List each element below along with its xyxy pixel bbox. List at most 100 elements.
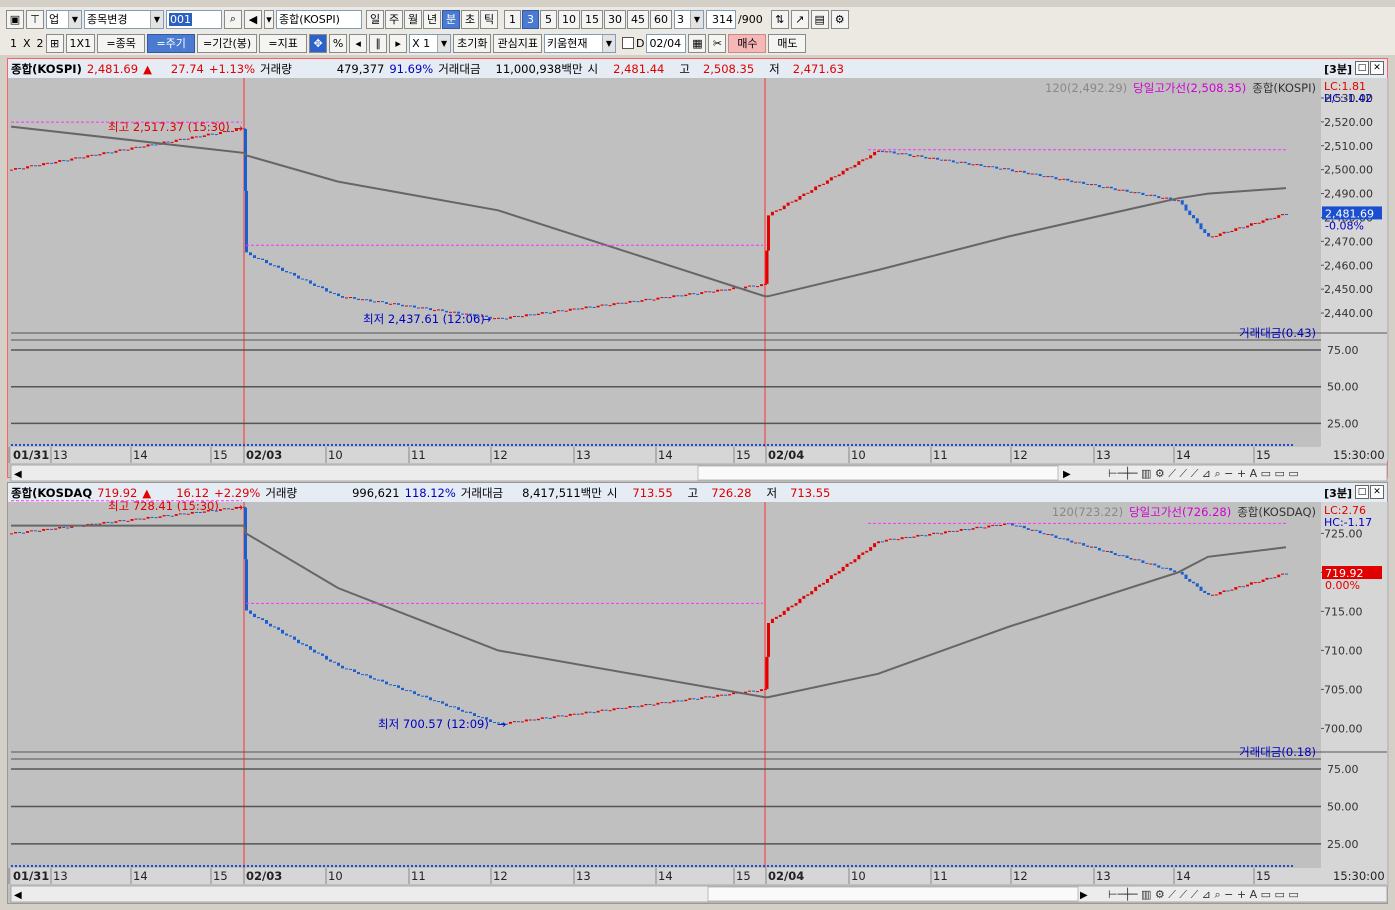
stock-item-button[interactable]: =종목	[97, 33, 146, 53]
rewind-icon[interactable]: ◂	[349, 33, 368, 53]
search-icon[interactable]: ⌕	[224, 9, 242, 29]
candle	[409, 305, 412, 307]
candle	[951, 530, 955, 532]
range-item-button[interactable]: =기간(봉)	[197, 33, 258, 53]
candle	[814, 586, 818, 592]
period-4-button[interactable]: 분	[442, 9, 460, 29]
candle	[1026, 528, 1030, 530]
candle	[940, 533, 944, 535]
candle	[1018, 170, 1022, 172]
candle	[1070, 540, 1074, 543]
candle	[417, 307, 420, 309]
candle	[916, 534, 920, 537]
candle	[829, 575, 833, 580]
date-input[interactable]: 02/04	[646, 33, 687, 53]
compare-icon[interactable]: ⇅	[770, 9, 789, 29]
candle	[987, 525, 991, 528]
index-name-input[interactable]: 종합(KOSPI)	[276, 9, 362, 29]
candle	[321, 653, 324, 656]
minute-0-button[interactable]: 1	[504, 9, 521, 29]
window-icon[interactable]: ▣	[6, 9, 24, 29]
reset-button[interactable]: 초기화	[453, 33, 492, 53]
buy-button[interactable]: 매수	[728, 33, 767, 53]
period-1-button[interactable]: 주	[385, 9, 403, 29]
kiwoom-current-select[interactable]: 키움현재 ▼	[543, 33, 616, 53]
gear-icon[interactable]: ⚙	[830, 9, 849, 29]
period-3-button[interactable]: 년	[423, 9, 441, 29]
candle	[943, 531, 947, 534]
percent-button[interactable]: %	[329, 33, 348, 53]
candle	[951, 160, 955, 163]
candle	[1265, 218, 1269, 221]
minute-7-button[interactable]: 60	[650, 9, 672, 29]
minute-3-button[interactable]: 10	[558, 9, 580, 29]
candle	[405, 305, 408, 307]
candle	[1165, 567, 1169, 569]
candle	[818, 584, 822, 587]
play-icon[interactable]: ▸	[389, 33, 408, 53]
candle	[1074, 542, 1078, 544]
candle	[1137, 192, 1141, 194]
indicator-item-button[interactable]: =지표	[259, 33, 308, 53]
sell-button[interactable]: 매도	[768, 33, 807, 53]
calendar-icon[interactable]: ▦	[688, 33, 707, 53]
zoom-select[interactable]: X 1 ▼	[409, 33, 452, 53]
period-0-button[interactable]: 일	[366, 9, 384, 29]
candle	[664, 297, 668, 299]
candle	[1277, 574, 1281, 578]
candle	[1203, 590, 1207, 593]
watch-indicator-button[interactable]: 관심지표	[493, 33, 542, 53]
candle	[756, 286, 760, 288]
move-icon[interactable]: ✥	[309, 33, 328, 53]
layout-1[interactable]: 1	[10, 37, 17, 50]
candle	[42, 163, 46, 166]
layout-x[interactable]: X	[23, 37, 31, 50]
candle	[249, 252, 252, 256]
candle	[778, 614, 782, 617]
candle	[1054, 535, 1058, 538]
minute-2-button[interactable]: 5	[540, 9, 557, 29]
pause-icon[interactable]: ∥	[369, 33, 388, 53]
chart-canvas[interactable]: 2,530.002,520.002,510.002,500.002,490.00…	[8, 59, 1389, 482]
d-checkbox[interactable]	[621, 37, 634, 49]
grid-icon[interactable]: ⊞	[45, 33, 64, 53]
chevron-down-icon[interactable]: ▾	[264, 9, 274, 29]
candle	[74, 157, 78, 159]
minute-4-button[interactable]: 15	[581, 9, 603, 29]
trend-icon[interactable]: ↗	[790, 9, 809, 29]
market-select[interactable]: 업 ▼	[46, 9, 82, 29]
period-item-button[interactable]: =주기	[147, 33, 196, 53]
period-5-button[interactable]: 초	[461, 9, 479, 29]
candle	[257, 617, 260, 619]
pin-icon[interactable]: ⊤	[26, 9, 44, 29]
minute-6-button[interactable]: 45	[627, 9, 649, 29]
legend-ma: 120(2,492.29)	[1045, 81, 1127, 95]
chart-toolbar: 1 X 2 ⊞ 1X1 =종목 =주기 =기간(봉) =지표 ✥ % ◂ ∥ ▸…	[0, 31, 1395, 55]
speaker-icon[interactable]: ◀	[244, 9, 262, 29]
candle	[158, 516, 162, 518]
candle	[620, 302, 624, 304]
candle	[825, 579, 829, 583]
layout-1x1-button[interactable]: 1X1	[65, 33, 96, 53]
legend-high: 당일고가선(2,508.35)	[1133, 81, 1246, 95]
period-6-button[interactable]: 틱	[480, 9, 498, 29]
code-input[interactable]: 001	[166, 9, 222, 29]
scissors-icon[interactable]: ✂	[708, 33, 727, 53]
period-2-button[interactable]: 월	[404, 9, 422, 29]
candle	[1030, 173, 1034, 175]
interval-select[interactable]: 3 ▼	[674, 9, 704, 29]
candle	[198, 136, 202, 138]
minute-1-button[interactable]: 3	[522, 9, 539, 29]
candle	[301, 278, 304, 280]
x-tick-label: 14	[133, 448, 148, 462]
chart-canvas[interactable]: 725.00720.00715.00710.00705.00700.00최고 7…	[8, 483, 1389, 905]
stock-change-select[interactable]: 종목변경 ▼	[84, 9, 164, 29]
save-icon[interactable]: ▤	[810, 9, 829, 29]
candle	[58, 526, 62, 529]
candle	[337, 662, 340, 666]
x-tick-label: 15	[1256, 869, 1271, 883]
layout-2[interactable]: 2	[37, 37, 44, 50]
minute-5-button[interactable]: 30	[604, 9, 626, 29]
count-input[interactable]: 314	[706, 9, 736, 29]
candle	[1042, 533, 1046, 535]
